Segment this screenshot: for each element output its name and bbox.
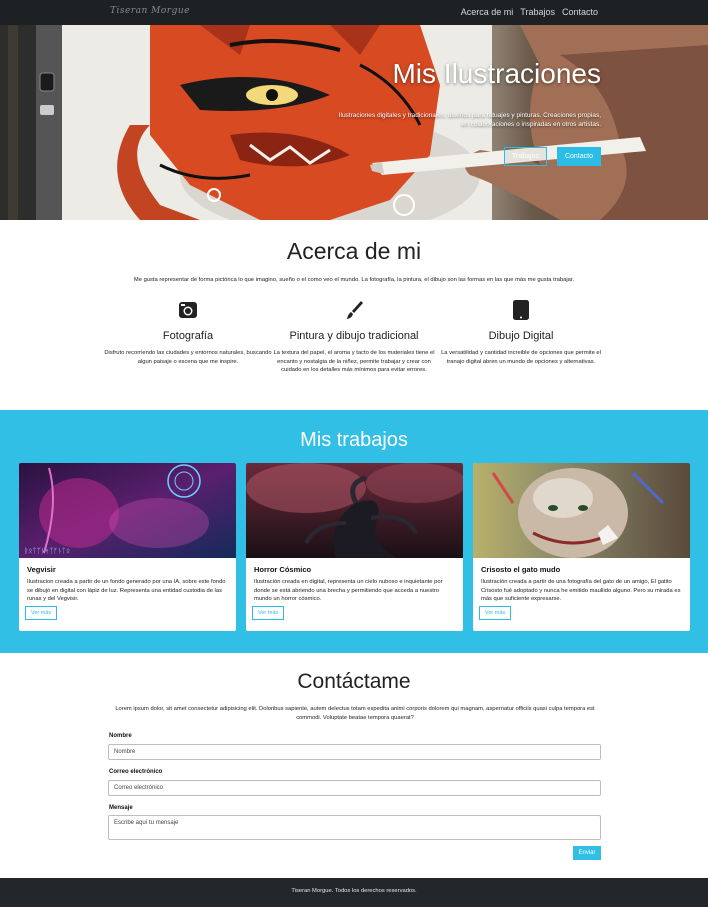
card-title: Vegvisir [27, 565, 56, 574]
nav-link-works[interactable]: Trabajos [520, 7, 555, 17]
tablet-icon [436, 300, 606, 320]
feature-title: Dibujo Digital [488, 330, 554, 342]
message-field[interactable]: Escribe aquí tu mensaje [108, 815, 601, 840]
contact-title: Contáctame [297, 670, 411, 693]
send-button[interactable]: Enviar [573, 846, 601, 860]
navbar: Tiseran Morgue Acerca de mi Trabajos Con… [0, 0, 708, 25]
name-label: Nombre [109, 733, 132, 739]
work-image-horror[interactable] [246, 463, 463, 558]
nav-link-contact[interactable]: Contacto [562, 7, 598, 17]
message-label: Mensaje [109, 805, 133, 811]
card-text: Ilustración creada en digital, represent… [254, 579, 443, 602]
name-field[interactable]: Nombre [108, 744, 601, 760]
works-title: Mis trabajos [300, 429, 408, 451]
feature-photography: Fotografía Disfruto recorriendo las ciud… [103, 300, 273, 366]
work-card: ᚱᛟᛏᛉᚾᛋᛉᚠᚾᛏᛟ Vegvisir Ilustracion creada … [19, 463, 236, 631]
hero-title: Mis Ilustraciones [392, 58, 601, 89]
about-intro: Me gusta representar de forma pictórica … [133, 277, 575, 283]
footer: Tiseran Morgue. Todos los derechos reser… [0, 878, 708, 907]
hero-banner: Mis Ilustraciones Ilustraciones digitale… [0, 25, 708, 220]
feature-painting: Pintura y dibujo tradicional La textura … [269, 300, 439, 375]
work-image-cat[interactable] [473, 463, 690, 558]
nav-link-about[interactable]: Acerca de mi [461, 7, 514, 17]
feature-title: Fotografía [162, 330, 214, 342]
work-card: Crisosto el gato mudo Ilustración creada… [473, 463, 690, 631]
feature-text: La versatilidad y cantidad increible de … [441, 350, 601, 365]
hero-subtitle: Ilustraciones digitales y tradicionales,… [338, 112, 601, 128]
feature-text: La textura del papel, el aroma y tacto d… [273, 350, 435, 373]
card-title: Crisosto el gato mudo [481, 565, 561, 574]
contact-intro: Lorem ipsum dolor, sit amet consectetur … [115, 706, 595, 721]
work-image-vegvisir[interactable]: ᚱᛟᛏᛉᚾᛋᛉᚠᚾᛏᛟ [19, 463, 236, 558]
feature-digital: Dibujo Digital La versatilidad y cantida… [436, 300, 606, 366]
brand-logo[interactable]: Tiseran Morgue [110, 6, 190, 16]
email-field[interactable]: Correo electrónico [108, 780, 601, 796]
see-more-button[interactable]: Ver más [479, 606, 512, 620]
paintbrush-icon [269, 300, 439, 320]
hero-buttons: Trabajos Contacto [503, 147, 601, 166]
work-card: Horror Cósmico Ilustración creada en dig… [246, 463, 463, 631]
about-title: Acerca de mi [286, 238, 422, 264]
card-text: Ilustración creada a partir de una fotog… [481, 579, 681, 602]
see-more-button[interactable]: Ver más [252, 606, 285, 620]
card-title: Horror Cósmico [254, 565, 312, 574]
feature-title: Pintura y dibujo tradicional [289, 330, 419, 342]
camera-icon [103, 300, 273, 320]
contact-button[interactable]: Contacto [556, 147, 601, 166]
svg-text:ᚱᛟᛏᛉᚾᛋᛉᚠᚾᛏᛟ: ᚱᛟᛏᛉᚾᛋᛉᚠᚾᛏᛟ [24, 547, 70, 555]
see-more-button[interactable]: Ver más [25, 606, 58, 620]
works-section: Mis trabajos ᚱᛟᛏᛉᚾᛋᛉᚠᚾᛏᛟ Vegvisir Ilustr… [0, 410, 708, 653]
card-text: Ilustracion creada a partir de un fondo … [27, 579, 226, 602]
feature-text: Disfruto recorriendo las ciudades y ento… [104, 350, 272, 365]
nav-links: Acerca de mi Trabajos Contacto [461, 7, 598, 17]
email-label: Correo electrónico [109, 769, 163, 775]
works-button[interactable]: Trabajos [503, 147, 547, 166]
footer-text: Tiseran Morgue. Todos los derechos reser… [291, 888, 417, 894]
